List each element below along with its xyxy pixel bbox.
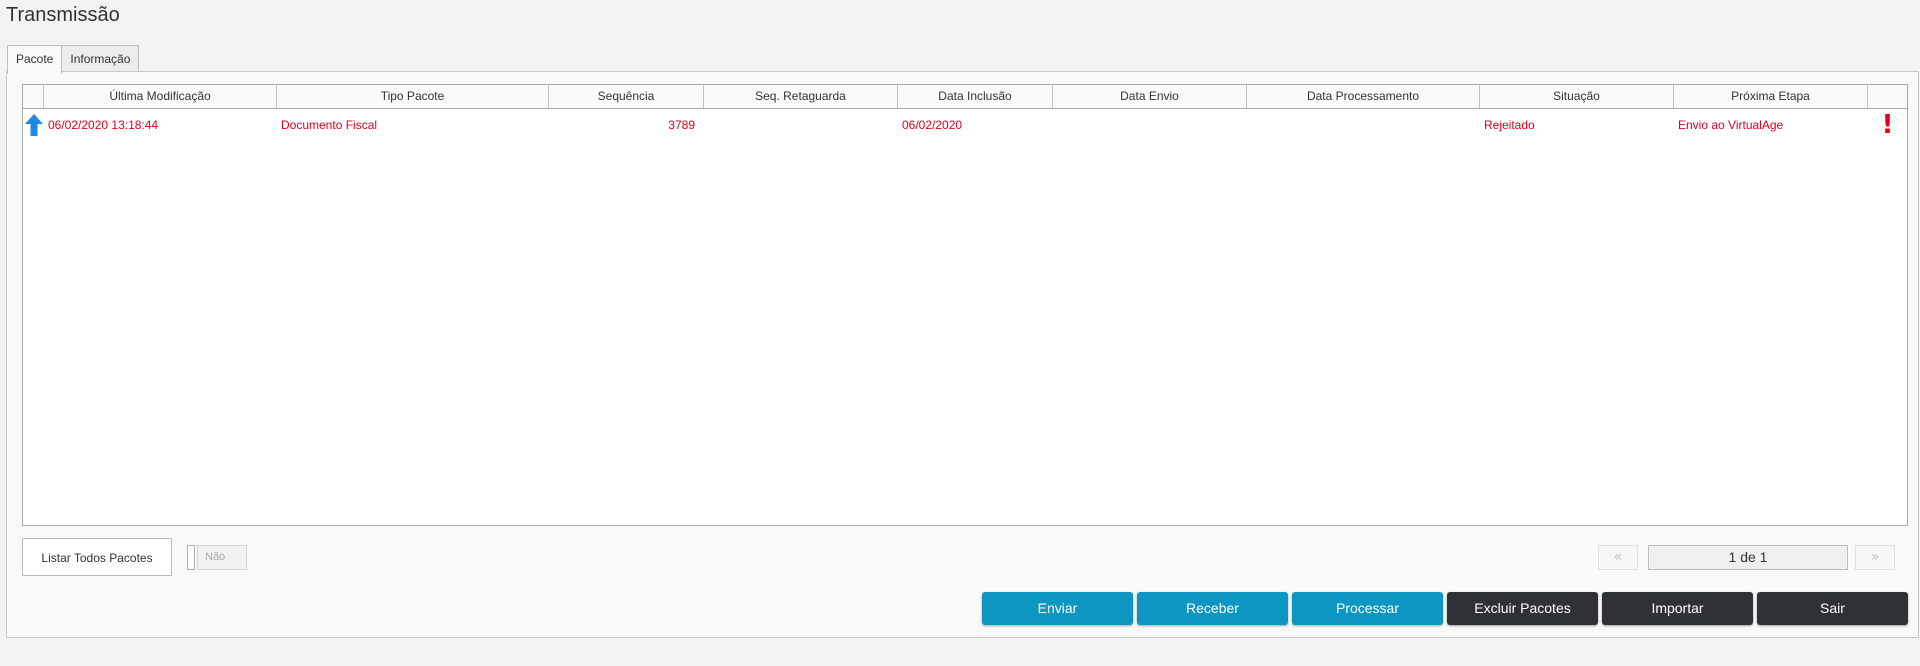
cell-sequencia: 3789	[668, 118, 695, 132]
sair-button[interactable]: Sair	[1757, 592, 1908, 625]
grid-header-indicator[interactable]	[23, 85, 44, 108]
column-data-inclusao[interactable]: Data Inclusão	[898, 85, 1053, 108]
tab-pacote[interactable]: Pacote	[7, 45, 63, 74]
list-all-toggle[interactable]: Não	[187, 545, 247, 570]
column-status	[1868, 85, 1907, 108]
column-tipo-pacote[interactable]: Tipo Pacote	[277, 85, 549, 108]
column-data-envio[interactable]: Data Envio	[1053, 85, 1247, 108]
toggle-knob[interactable]	[187, 545, 195, 570]
pager-indicator: 1 de 1	[1648, 545, 1848, 570]
grid-header: Última Modificação Tipo Pacote Sequência…	[23, 85, 1907, 109]
excluir-pacotes-button[interactable]: Excluir Pacotes	[1447, 592, 1598, 625]
column-seq-retaguarda[interactable]: Seq. Retaguarda	[704, 85, 898, 108]
tab-bar: Pacote Informação	[7, 45, 140, 74]
cell-tipo-pacote: Documento Fiscal	[281, 118, 378, 132]
cell-proxima-etapa: Envio ao VirtualAge	[1678, 118, 1784, 132]
exclamation-icon: !	[1881, 110, 1894, 140]
cell-data-inclusao: 06/02/2020	[902, 118, 963, 132]
pager-next-button[interactable]: »	[1855, 545, 1895, 570]
importar-button[interactable]: Importar	[1602, 592, 1753, 625]
enviar-button[interactable]: Enviar	[982, 592, 1133, 625]
table-row[interactable]: 06/02/2020 13:18:44 Documento Fiscal 378…	[23, 109, 1907, 141]
column-data-processamento[interactable]: Data Processamento	[1247, 85, 1480, 108]
packages-grid: Última Modificação Tipo Pacote Sequência…	[22, 84, 1908, 526]
receber-button[interactable]: Receber	[1137, 592, 1288, 625]
column-proxima-etapa[interactable]: Próxima Etapa	[1674, 85, 1868, 108]
toggle-label: Não	[197, 545, 247, 570]
column-sequencia[interactable]: Sequência	[549, 85, 704, 108]
list-all-packages-button[interactable]: Listar Todos Pacotes	[22, 538, 172, 576]
processar-button[interactable]: Processar	[1292, 592, 1443, 625]
cell-situacao: Rejeitado	[1484, 118, 1535, 132]
tab-informacao[interactable]: Informação	[61, 45, 140, 73]
cell-ultima-modificacao: 06/02/2020 13:18:44	[48, 118, 159, 132]
column-ultima-modificacao[interactable]: Última Modificação	[44, 85, 277, 108]
pager-prev-button[interactable]: «	[1598, 545, 1638, 570]
column-situacao[interactable]: Situação	[1480, 85, 1674, 108]
arrow-up-icon	[23, 113, 44, 137]
window-title: Transmissão	[6, 4, 120, 26]
